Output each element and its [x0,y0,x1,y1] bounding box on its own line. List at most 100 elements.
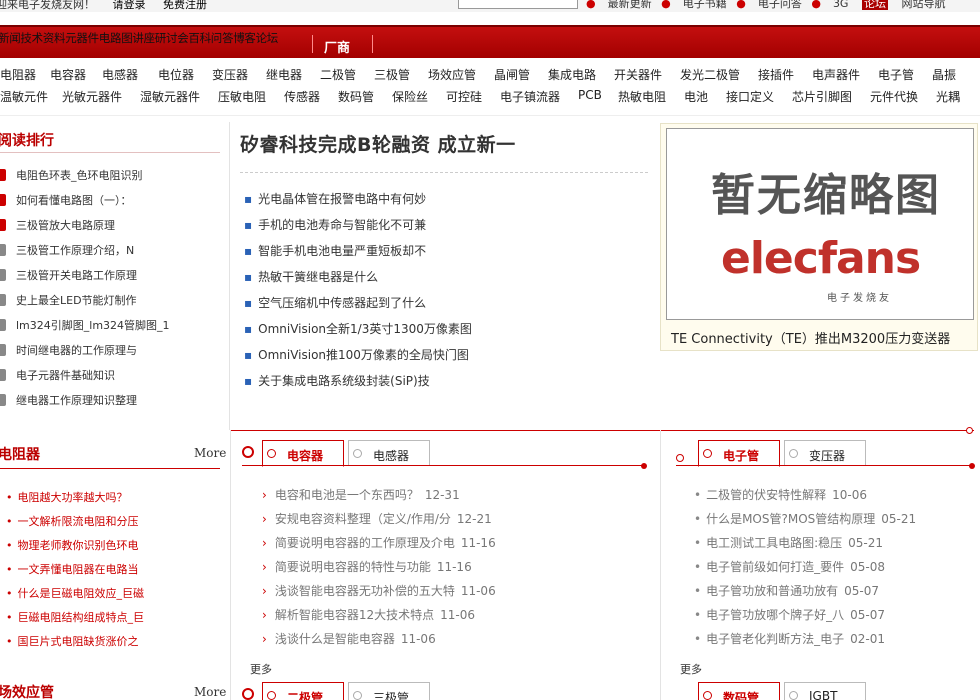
list-item[interactable]: • 一文弄懂电阻器在电路当 [6,561,139,577]
link-forum[interactable]: 论坛 [861,0,888,10]
category-link[interactable]: 湿敏元器件 [140,88,200,105]
category-link[interactable]: 电容器 [50,66,86,83]
list-item[interactable]: • 电子管功放哪个牌子好_八 05-07 [694,606,885,623]
category-link[interactable]: 接口定义 [726,88,774,105]
list-item[interactable]: › 浅谈什么是智能电容器 11-06 [262,630,436,647]
list-item[interactable]: › 安规电容资料整理（定义/作用/分 12-21 [262,510,492,527]
news-item[interactable]: ▪ OmniVision全新1/3英寸1300万像素图 [244,320,472,337]
rank-item[interactable]: 时间继电器的工作原理与 [0,341,220,361]
tab-igbt[interactable]: IGBT [784,682,866,700]
news-item[interactable]: ▪ 空气压缩机中传感器起到了什么 [244,294,426,311]
fet-more-link[interactable]: More [194,685,226,699]
list-item[interactable]: › 简要说明电容器的特性与功能 11-16 [262,558,472,575]
list-item[interactable]: • 电子管前级如何打造_要件 05-08 [694,558,885,575]
feature-caption[interactable]: TE Connectivity（TE）推出M3200压力变送器 [671,328,950,347]
category-link[interactable]: 场效应管 [428,66,476,83]
news-item[interactable]: ▪ OmniVision推100万像素的全局快门图 [244,346,469,363]
list-item[interactable]: • 电子管老化判断方法_电子 02-01 [694,630,885,647]
list-item[interactable]: • 什么是MOS管?MOS管结构原理 05-21 [694,510,916,527]
capacitor-more-link[interactable]: 更多 [250,661,272,677]
category-link[interactable]: 电池 [684,88,708,105]
rank-item[interactable]: 史上最全LED节能灯制作 [0,291,220,311]
headline-title[interactable]: 矽睿科技完成B轮融资 成立新一 [240,130,516,157]
list-item[interactable]: • 二极管的伏安特性解释 10-06 [694,486,867,503]
list-item[interactable]: › 电容和电池是一个东西吗？ 12-31 [262,486,460,503]
category-link[interactable]: 三极管 [374,66,410,83]
category-link[interactable]: 发光二极管 [680,66,740,83]
list-item[interactable]: • 电子管功放和普通功放有 05-07 [694,582,879,599]
category-link[interactable]: 晶闸管 [494,66,530,83]
category-link[interactable]: 继电器 [266,66,302,83]
rank-item[interactable]: 电子元器件基础知识 [0,366,220,386]
category-link[interactable]: 二极管 [320,66,356,83]
tube-more-link[interactable]: 更多 [680,661,702,677]
tab-transistor[interactable]: 三极管 [348,682,430,700]
top-search-input[interactable] [458,0,578,9]
category-link[interactable]: 接插件 [758,66,794,83]
main-nav-links[interactable]: 新闻技术资料元器件电路图讲座研讨会百科问答博客论坛 [0,30,278,46]
category-link[interactable]: 芯片引脚图 [792,88,852,105]
resistor-block-title[interactable]: 电阻器 [0,444,40,464]
category-link[interactable]: 电子管 [878,66,914,83]
category-link[interactable]: 元件代换 [870,88,918,105]
resistor-more-link[interactable]: More [194,446,226,460]
category-link[interactable]: 保险丝 [392,88,428,105]
link-sitemap[interactable]: 网站导航 [901,0,945,10]
tab-transformer[interactable]: 变压器 [784,440,866,466]
category-link[interactable]: 光耦 [936,88,960,105]
link-3g[interactable]: 3G [833,0,849,10]
list-item[interactable]: › 浅谈智能电容器无功补偿的五大特 11-06 [262,582,496,599]
tab-capacitor[interactable]: 电容器 [262,440,344,467]
link-ebooks[interactable]: 电子书籍 [683,0,727,10]
link-latest[interactable]: 最新更新 [608,0,652,10]
category-link[interactable]: 光敏元器件 [62,88,122,105]
rank-item[interactable]: 三极管开关电路工作原理 [0,266,220,286]
news-item[interactable]: ▪ 光电晶体管在报警电路中有何妙 [244,190,426,207]
rank-item[interactable]: 如何看懂电路图（一）： [0,191,220,211]
category-link[interactable]: 电感器 [102,66,138,83]
link-qa[interactable]: 电子问答 [758,0,802,10]
category-link[interactable]: 变压器 [212,66,248,83]
category-link[interactable]: 电位器 [158,66,194,83]
rank-item[interactable]: 三极管工作原理介绍，N [0,241,220,261]
rank-item[interactable]: 电阻色环表_色环电阻识别 [0,166,220,186]
category-link[interactable]: 热敏电阻 [618,88,666,105]
register-link[interactable]: 免费注册 [163,0,207,11]
list-item[interactable]: • 电工测试工具电路图:稳压 05-21 [694,534,883,551]
feature-thumbnail[interactable]: 暂无缩略图 elecfans 电子发烧友 [666,128,974,320]
list-item[interactable]: • 国巨片式电阻缺货涨价之 [6,633,139,649]
category-link[interactable]: 开关器件 [614,66,662,83]
category-link[interactable]: 压敏电阻 [218,88,266,105]
category-link[interactable]: 温敏元件 [0,88,48,105]
feature-card[interactable]: 暂无缩略图 elecfans 电子发烧友 TE Connectivity（TE）… [660,123,978,351]
tab-inductor[interactable]: 电感器 [348,440,430,466]
category-link[interactable]: 晶振 [932,66,956,83]
tab-electron-tube[interactable]: 电子管 [698,440,780,467]
category-link[interactable]: 电子镇流器 [500,88,560,105]
list-item[interactable]: • 一文解析限流电阻和分压 [6,513,139,529]
list-item[interactable]: • 巨磁电阻结构组成特点_巨 [6,609,144,625]
tab-digit-tube[interactable]: 数码管 [698,682,780,700]
fet-block-title[interactable]: 场效应管 [0,682,54,700]
rank-item[interactable]: 继电器工作原理知识整理 [0,391,220,411]
category-link[interactable]: 传感器 [284,88,320,105]
nav-vendor[interactable]: 厂商 [324,37,350,56]
rank-item[interactable]: 三极管放大电路原理 [0,216,220,236]
news-item[interactable]: ▪ 热敏干簧继电器是什么 [244,268,378,285]
tab-diode[interactable]: 二极管 [262,682,344,700]
list-item[interactable]: • 物理老师教你识别色环电 [6,537,139,553]
login-link[interactable]: 请登录 [113,0,146,11]
news-item[interactable]: ▪ 手机的电池寿命与智能化不可兼 [244,216,426,233]
category-link[interactable]: 电阻器 [0,66,36,83]
list-item[interactable]: › 解析智能电容器12大技术特点 11-06 [262,606,475,623]
rank-item[interactable]: lm324引脚图_lm324管脚图_1 [0,316,220,336]
category-link[interactable]: 电声器件 [812,66,860,83]
news-item[interactable]: ▪ 关于集成电路系统级封装(SiP)技 [244,372,430,389]
category-link[interactable]: 数码管 [338,88,374,105]
category-link[interactable]: 可控硅 [446,88,482,105]
category-link[interactable]: 集成电路 [548,66,596,83]
list-item[interactable]: › 简要说明电容器的工作原理及介电 11-16 [262,534,496,551]
list-item[interactable]: • 什么是巨磁电阻效应_巨磁 [6,585,144,601]
news-item[interactable]: ▪ 智能手机电池电量严重短板却不 [244,242,426,259]
category-link[interactable]: PCB [578,88,602,102]
